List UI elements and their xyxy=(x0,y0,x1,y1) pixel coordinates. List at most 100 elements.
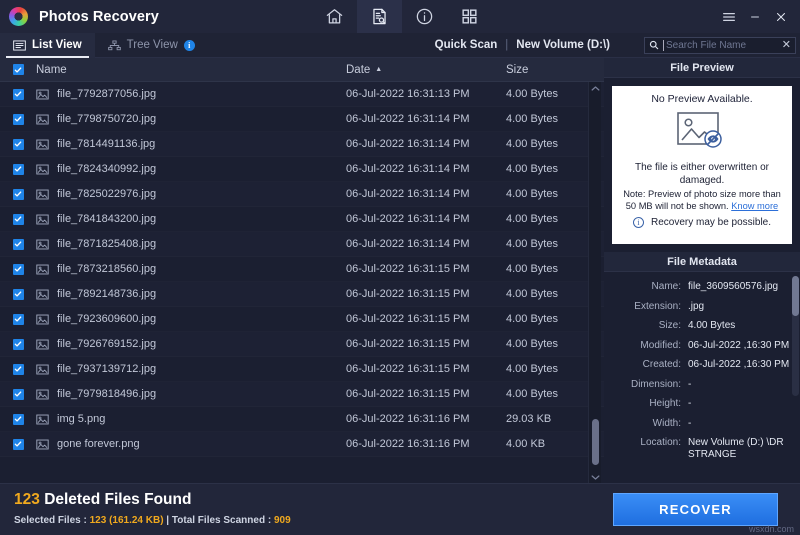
metadata-value: - xyxy=(688,417,692,429)
row-checkbox[interactable] xyxy=(12,388,24,400)
row-checkbox[interactable] xyxy=(12,288,24,300)
row-date: 06-Jul-2022 16:31:16 PM xyxy=(346,413,470,425)
metadata-scrollbar-thumb[interactable] xyxy=(792,276,799,316)
menu-icon[interactable] xyxy=(716,0,742,33)
file-list-scrollbar[interactable] xyxy=(588,82,601,483)
metadata-row: Width: - xyxy=(604,418,794,430)
minimize-icon[interactable] xyxy=(742,0,768,33)
row-checkbox-cell xyxy=(0,213,36,225)
table-row[interactable]: file_7979818496.jpg 06-Jul-2022 16:31:15 … xyxy=(0,382,604,407)
table-row[interactable]: img 5.png 06-Jul-2022 16:31:16 PM 29.03 KB xyxy=(0,407,604,432)
table-row[interactable]: file_7792877056.jpg 06-Jul-2022 16:31:13 … xyxy=(0,82,604,107)
photos-recovery-window: Photos Recovery List View Tree View i Qu… xyxy=(0,0,800,535)
table-row[interactable]: file_7824340992.jpg 06-Jul-2022 16:31:14 … xyxy=(0,157,604,182)
row-checkbox-cell xyxy=(0,338,36,350)
row-checkbox-cell xyxy=(0,288,36,300)
table-row[interactable]: file_7923609600.jpg 06-Jul-2022 16:31:15 … xyxy=(0,307,604,332)
search-clear-icon[interactable]: ✕ xyxy=(782,39,791,51)
tree-view-info-badge[interactable]: i xyxy=(183,39,195,51)
column-header-name[interactable]: Name xyxy=(36,64,346,76)
row-checkbox[interactable] xyxy=(12,438,24,450)
scrollbar-thumb[interactable] xyxy=(592,419,599,465)
info-icon-button[interactable] xyxy=(402,0,447,33)
deleted-files-count: 123 xyxy=(14,491,40,508)
scan-info: Quick Scan | New Volume (D:\) xyxy=(435,39,610,51)
row-file-name: file_7871825408.jpg xyxy=(57,238,157,250)
row-date: 06-Jul-2022 16:31:14 PM xyxy=(346,213,470,225)
row-checkbox-cell xyxy=(0,413,36,425)
table-row[interactable]: file_7892148736.jpg 06-Jul-2022 16:31:15 … xyxy=(0,282,604,307)
photos-recovery-logo-icon xyxy=(9,7,28,26)
row-file-name: img 5.png xyxy=(57,413,106,425)
row-date: 06-Jul-2022 16:31:14 PM xyxy=(346,138,470,150)
row-checkbox[interactable] xyxy=(12,113,24,125)
row-file-name: file_7792877056.jpg xyxy=(57,88,157,100)
row-file-name: file_7892148736.jpg xyxy=(57,288,157,300)
image-file-icon xyxy=(36,164,49,175)
footer-bar: 123 Deleted Files Found Selected Files :… xyxy=(0,483,800,535)
metadata-row: Modified: 06-Jul-2022 ,16:30 PM xyxy=(604,340,794,352)
metadata-scrollbar[interactable] xyxy=(792,276,799,396)
file-metadata-panel: Name: file_3609560576.jpg Extension: .jpg Si… xyxy=(604,272,800,482)
metadata-value: - xyxy=(688,398,692,409)
row-checkbox[interactable] xyxy=(12,238,24,250)
table-row[interactable]: file_7873218560.jpg 06-Jul-2022 16:31:15 … xyxy=(0,257,604,282)
row-checkbox-cell xyxy=(0,113,36,125)
row-checkbox[interactable] xyxy=(12,213,24,225)
list-view-icon xyxy=(13,39,26,51)
row-checkbox[interactable] xyxy=(12,88,24,100)
row-checkbox[interactable] xyxy=(12,188,24,200)
column-header-date-label: Date xyxy=(346,63,371,76)
row-checkbox-cell xyxy=(0,263,36,275)
table-row[interactable]: file_7871825408.jpg 06-Jul-2022 16:31:14 … xyxy=(0,232,604,257)
row-checkbox[interactable] xyxy=(12,338,24,350)
deleted-files-found: 123 Deleted Files Found xyxy=(14,491,191,509)
column-header-date[interactable]: Date ▲ xyxy=(346,64,506,76)
no-preview-text: No Preview Available. xyxy=(651,93,753,105)
table-row[interactable]: file_7937139712.jpg 06-Jul-2022 16:31:15 … xyxy=(0,357,604,382)
row-checkbox[interactable] xyxy=(12,313,24,325)
row-checkbox[interactable] xyxy=(12,138,24,150)
file-preview-card: No Preview Available. The file is either… xyxy=(612,86,792,244)
metadata-key: Height: xyxy=(649,398,681,409)
table-row[interactable]: file_7926769152.jpg 06-Jul-2022 16:31:15 … xyxy=(0,332,604,357)
row-checkbox[interactable] xyxy=(12,363,24,375)
image-file-icon xyxy=(36,314,49,325)
search-input[interactable]: Search File Name xyxy=(663,39,778,51)
metadata-row: Location: New Volume (D:) \DR STRANGE xyxy=(604,437,794,461)
row-checkbox-cell xyxy=(0,188,36,200)
scroll-up-arrow-icon[interactable] xyxy=(589,82,602,94)
tab-list-view[interactable]: List View xyxy=(0,32,95,58)
recover-button[interactable]: RECOVER xyxy=(613,493,778,526)
tab-tree-view[interactable]: Tree View i xyxy=(95,33,208,58)
column-header-size[interactable]: Size xyxy=(506,64,604,76)
close-icon[interactable] xyxy=(768,0,794,33)
total-scanned-count: 909 xyxy=(273,515,291,526)
select-all-checkbox[interactable] xyxy=(12,64,24,75)
table-row[interactable]: file_7841843200.jpg 06-Jul-2022 16:31:14 … xyxy=(0,207,604,232)
metadata-key: Width: xyxy=(652,417,681,429)
grid-icon-button[interactable] xyxy=(447,0,492,33)
row-file-name: file_7841843200.jpg xyxy=(57,213,157,225)
image-file-icon xyxy=(36,214,49,225)
table-row[interactable]: file_7814491136.jpg 06-Jul-2022 16:31:14 … xyxy=(0,132,604,157)
scan-document-icon-button[interactable] xyxy=(357,0,402,33)
row-file-name: gone forever.png xyxy=(57,438,140,450)
row-checkbox[interactable] xyxy=(12,413,24,425)
row-checkbox[interactable] xyxy=(12,163,24,175)
know-more-link[interactable]: Know more xyxy=(731,201,778,211)
home-icon-button[interactable] xyxy=(312,0,357,33)
row-file-name: file_7873218560.jpg xyxy=(57,263,157,275)
table-row[interactable]: gone forever.png 06-Jul-2022 16:31:16 PM 4… xyxy=(0,432,604,457)
metadata-value: - xyxy=(688,378,692,390)
table-row[interactable]: file_7825022976.jpg 06-Jul-2022 16:31:14 … xyxy=(0,182,604,207)
scroll-down-arrow-icon[interactable] xyxy=(589,471,602,483)
row-checkbox[interactable] xyxy=(12,263,24,275)
table-row[interactable]: file_7798750720.jpg 06-Jul-2022 16:31:14 … xyxy=(0,107,604,132)
row-file-name: file_7979818496.jpg xyxy=(57,388,157,400)
search-box[interactable]: Search File Name ✕ xyxy=(644,36,796,54)
row-name-cell: file_7871825408.jpg xyxy=(36,238,346,250)
file-list-rows: file_7792877056.jpg 06-Jul-2022 16:31:13 … xyxy=(0,82,604,483)
row-date: 06-Jul-2022 16:31:15 PM xyxy=(346,388,470,400)
row-date: 06-Jul-2022 16:31:14 PM xyxy=(346,238,470,250)
